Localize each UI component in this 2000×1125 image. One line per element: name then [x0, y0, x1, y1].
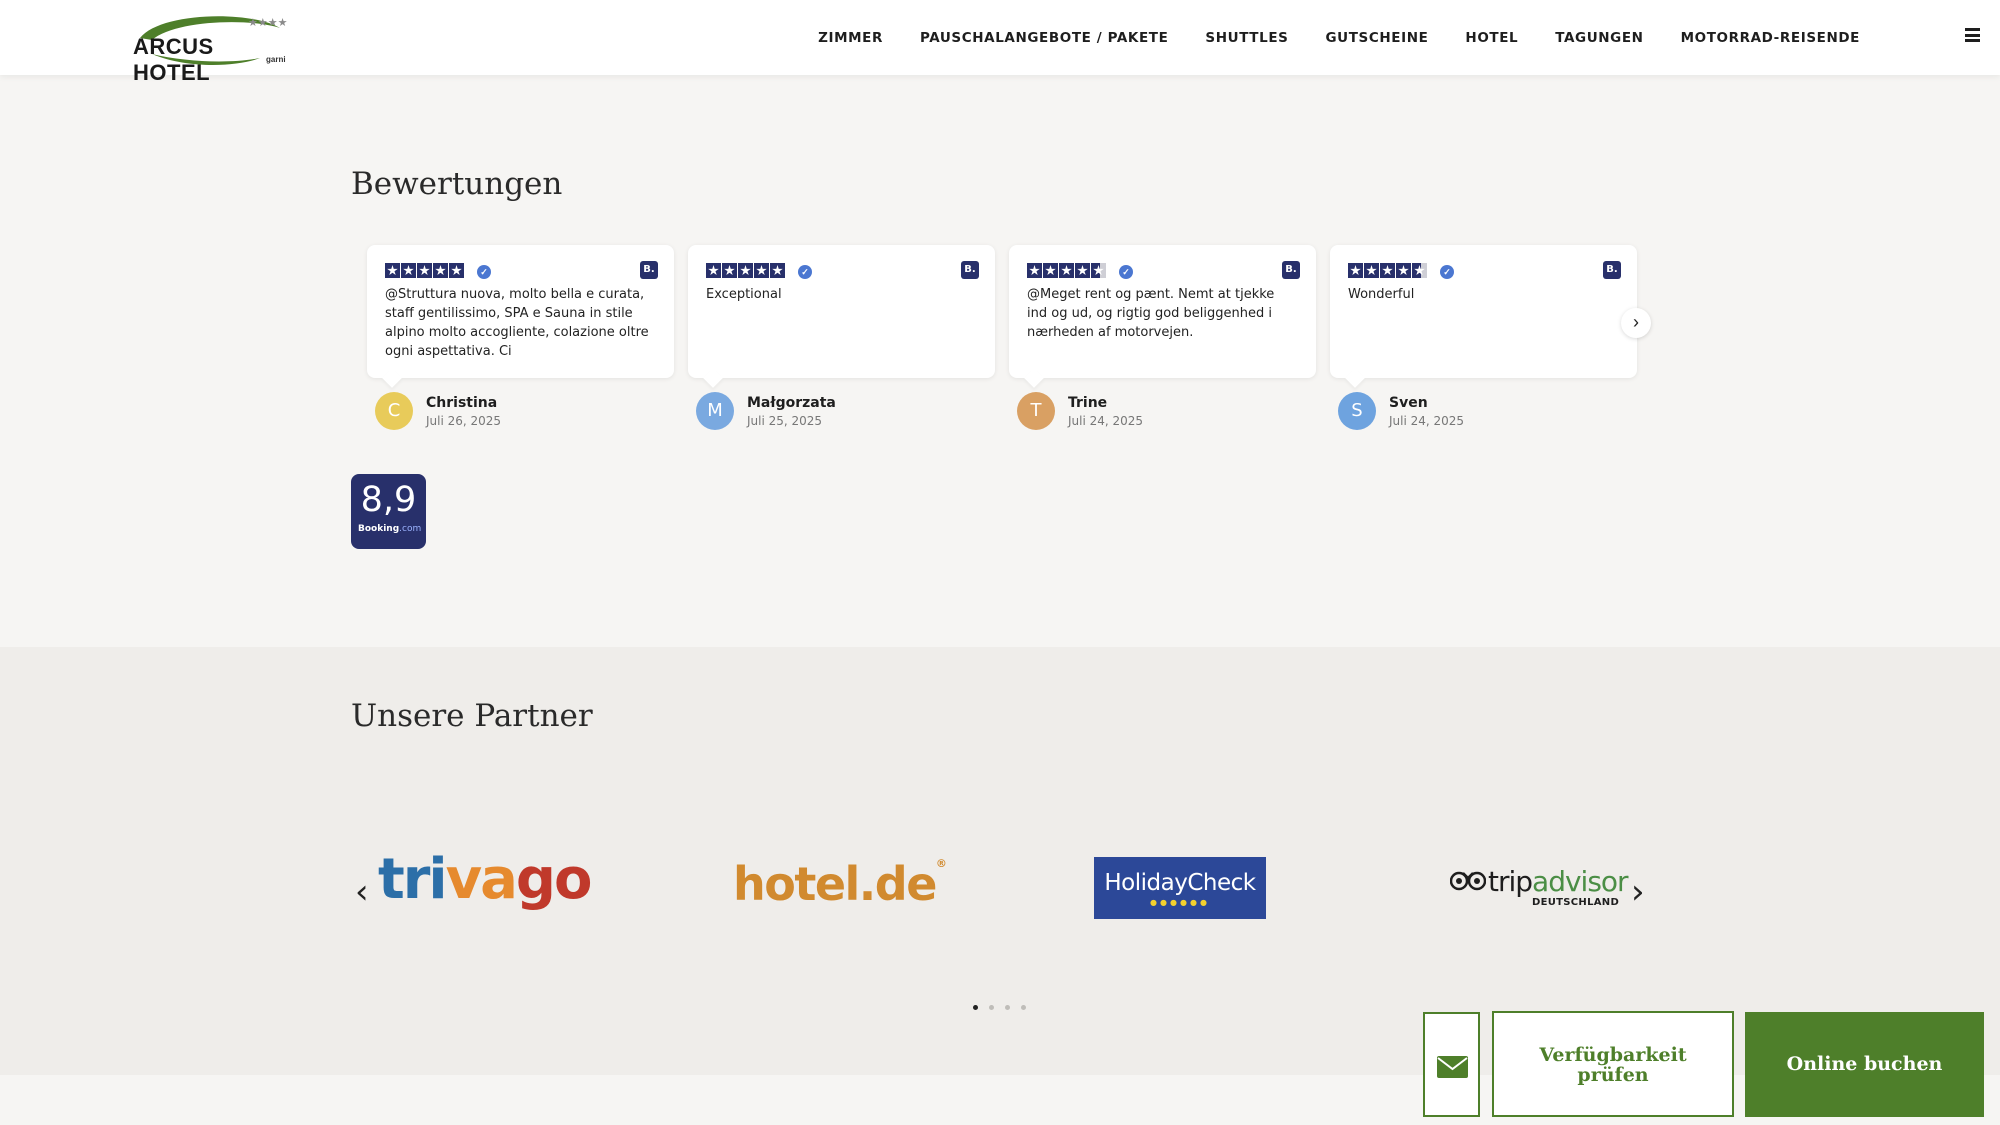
booking-b-icon: B.: [1603, 261, 1621, 279]
tripadvisor-logo[interactable]: tripadvisor DEUTSCHLAND: [1450, 865, 1630, 913]
star-icon: [1412, 263, 1427, 278]
nav-motorrad-reisende[interactable]: MOTORRAD-REISENDE: [1681, 30, 1860, 46]
star-icon: [722, 263, 737, 278]
star-icon: [738, 263, 753, 278]
reviews-heading: Bewertungen: [351, 166, 563, 202]
star-icon: [1059, 263, 1074, 278]
holidaycheck-logo[interactable]: HolidayCheck ●●●●●●: [1094, 857, 1266, 919]
review-text: @Struttura nuova, molto bella e curata, …: [385, 287, 649, 359]
avatar: C: [375, 392, 413, 430]
star-icon: [706, 263, 721, 278]
logo-stars: ★★★★: [248, 17, 288, 29]
booking-score-badge[interactable]: 8,9 Booking.com: [351, 474, 426, 549]
star-icon: [1091, 263, 1106, 278]
booking-b-icon: B.: [1282, 261, 1300, 279]
rating-stars: [385, 263, 464, 278]
reviewer-name: Małgorzata: [747, 395, 836, 411]
booking-b-icon: B.: [640, 261, 658, 279]
star-icon: [401, 263, 416, 278]
verified-check-icon: ✓: [477, 265, 491, 279]
partners-heading: Unsere Partner: [351, 698, 593, 734]
review-date: Juli 25, 2025: [747, 414, 823, 428]
star-icon: [1380, 263, 1395, 278]
review-date: Juli 24, 2025: [1068, 414, 1144, 428]
star-icon: [1396, 263, 1411, 278]
pagination-dot[interactable]: [1021, 1005, 1026, 1010]
reviewer-name: Trine: [1068, 395, 1108, 411]
avatar: M: [696, 392, 734, 430]
review-text: Exceptional: [706, 287, 782, 302]
review-card[interactable]: ✓ B. @Struttura nuova, molto bella e curat…: [367, 245, 674, 388]
partners-next-button[interactable]: ›: [1631, 872, 1645, 912]
check-availability-button[interactable]: Verfügbarkeit prüfen: [1492, 1011, 1734, 1117]
nav-gutscheine[interactable]: GUTSCHEINE: [1325, 30, 1428, 46]
nav-tagungen[interactable]: TAGUNGEN: [1555, 30, 1643, 46]
star-icon: [1364, 263, 1379, 278]
star-icon: [1043, 263, 1058, 278]
nav-zimmer[interactable]: ZIMMER: [818, 30, 883, 46]
pagination-dot[interactable]: [989, 1005, 994, 1010]
partners-prev-button[interactable]: ‹: [355, 872, 369, 912]
review-card[interactable]: ✓ B. @Meget rent og pænt. Nemt at tjekke i…: [1009, 245, 1316, 388]
rating-stars: [706, 263, 785, 278]
hotelde-logo[interactable]: hotel.de®: [733, 857, 947, 911]
trivago-logo[interactable]: trivago: [378, 847, 592, 912]
hamburger-menu-icon[interactable]: [1965, 28, 1980, 42]
mail-icon: [1437, 1056, 1468, 1078]
booking-brand: Booking.com: [358, 524, 422, 534]
nav-pauschalangebote[interactable]: PAUSCHALANGEBOTE / PAKETE: [920, 30, 1168, 46]
star-icon: [417, 263, 432, 278]
nav-hotel[interactable]: HOTEL: [1465, 30, 1518, 46]
star-icon: [385, 263, 400, 278]
avatar: S: [1338, 392, 1376, 430]
rating-stars: [1348, 263, 1427, 278]
tripadvisor-owl-icon: [1450, 871, 1486, 891]
booking-score: 8,9: [360, 480, 417, 520]
star-icon: [1075, 263, 1090, 278]
avatar: T: [1017, 392, 1055, 430]
pagination-dot[interactable]: [973, 1005, 978, 1010]
reviewer-name: Christina: [426, 395, 498, 411]
booking-b-icon: B.: [961, 261, 979, 279]
star-icon: [449, 263, 464, 278]
nav-shuttles[interactable]: SHUTTLES: [1205, 30, 1288, 46]
review-card[interactable]: ✓ B. Exceptional: [688, 245, 995, 388]
star-icon: [1027, 263, 1042, 278]
hotel-logo[interactable]: ARCUS HOTEL ★★★★ garni: [130, 10, 295, 85]
review-card[interactable]: ✓ B. Wonderful: [1330, 245, 1637, 388]
main-nav: ZIMMER PAUSCHALANGEBOTE / PAKETE SHUTTLE…: [818, 0, 1860, 75]
reviews-next-button[interactable]: ›: [1621, 308, 1651, 338]
star-icon: [433, 263, 448, 278]
star-icon: [754, 263, 769, 278]
review-text: @Meget rent og pænt. Nemt at tjekke ind …: [1027, 287, 1275, 340]
review-date: Juli 26, 2025: [426, 414, 502, 428]
carousel-pagination: [973, 1005, 1026, 1010]
online-book-button[interactable]: Online buchen: [1745, 1012, 1984, 1117]
verified-check-icon: ✓: [1440, 265, 1454, 279]
contact-mail-button[interactable]: [1423, 1012, 1480, 1117]
rating-stars: [1027, 263, 1106, 278]
verified-check-icon: ✓: [798, 265, 812, 279]
verified-check-icon: ✓: [1119, 265, 1133, 279]
site-header: ARCUS HOTEL ★★★★ garni ZIMMER PAUSCHALAN…: [0, 0, 2000, 85]
review-text: Wonderful: [1348, 287, 1415, 302]
logo-subtitle: garni: [266, 55, 286, 64]
pagination-dot[interactable]: [1005, 1005, 1010, 1010]
review-date: Juli 24, 2025: [1389, 414, 1465, 428]
reviewer-name: Sven: [1389, 395, 1428, 411]
star-icon: [1348, 263, 1363, 278]
star-icon: [770, 263, 785, 278]
